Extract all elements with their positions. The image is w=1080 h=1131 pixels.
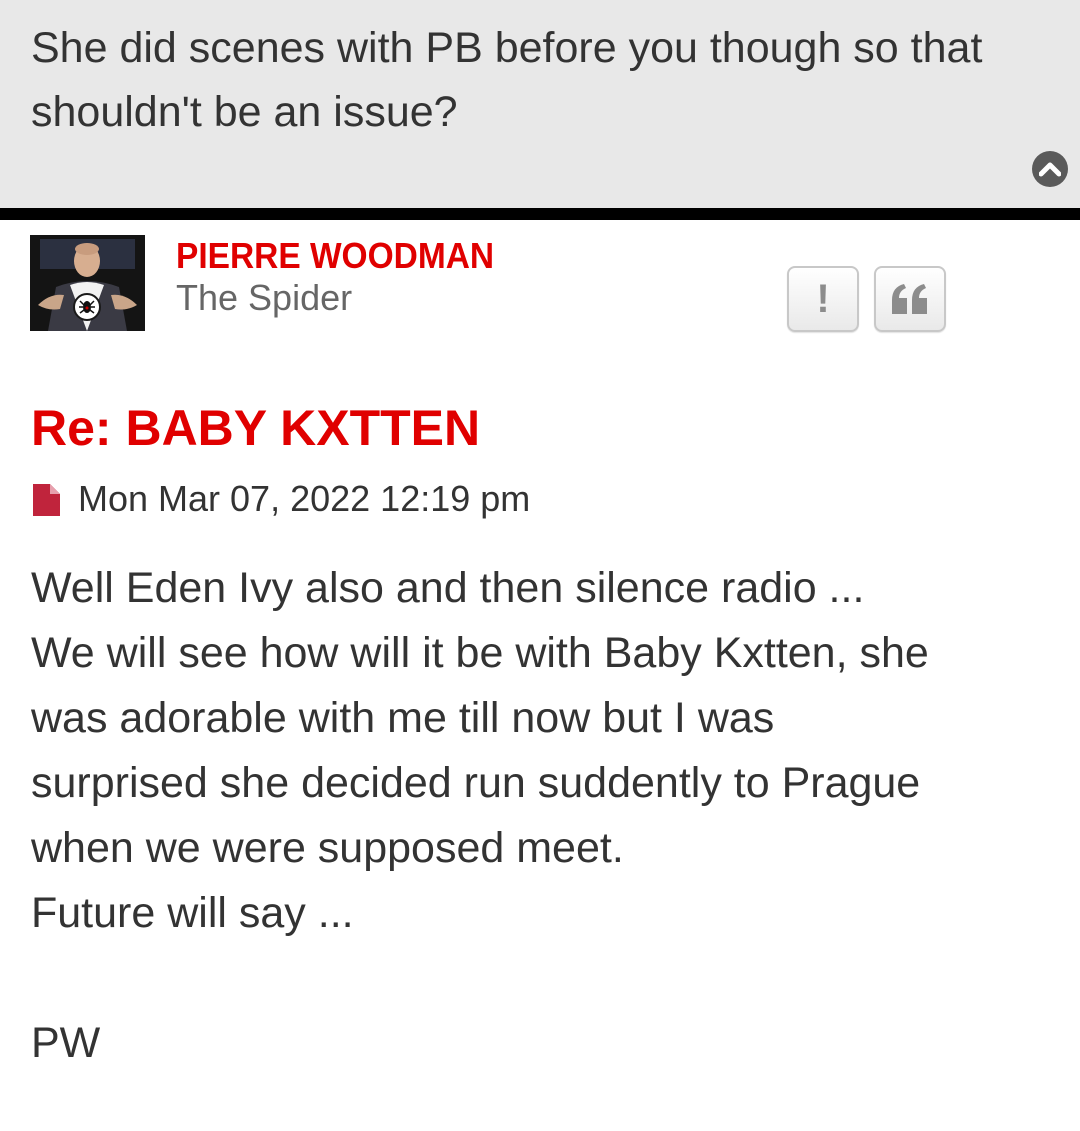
post-file-icon[interactable] (33, 484, 60, 516)
exclamation-icon: ! (816, 277, 830, 321)
chevron-up-icon (1039, 162, 1061, 177)
back-to-top-button[interactable] (1032, 151, 1068, 187)
avatar[interactable] (30, 235, 145, 331)
previous-post-snippet: She did scenes with PB before you though… (0, 0, 1080, 208)
author-rank: The Spider (176, 277, 353, 318)
quote-button[interactable] (874, 266, 946, 332)
post-body-line: when we were supposed meet. (31, 824, 624, 872)
post-body-line: was adorable with me till now but I was (31, 694, 775, 742)
post-signature: PW (31, 1019, 101, 1067)
post-body-line: Future will say ... (31, 889, 354, 937)
post-body-blank-line (31, 946, 1051, 1011)
report-button[interactable]: ! (787, 266, 859, 332)
quote-icon (892, 284, 927, 314)
avatar-image (30, 235, 145, 331)
post-body-line: Well Eden Ivy also and then silence radi… (31, 564, 865, 612)
post-body-line: We will see how will it be with Baby Kxt… (31, 629, 929, 677)
post-date: Mon Mar 07, 2022 12:19 pm (78, 478, 531, 519)
post-title[interactable]: Re: BABY KXTTEN (31, 398, 480, 458)
post-body-line: surprised she decided run suddently to P… (31, 759, 921, 807)
post-author[interactable]: PIERRE WOODMAN (176, 234, 494, 278)
previous-post-text: She did scenes with PB before you though… (31, 24, 983, 136)
post-divider (0, 208, 1080, 220)
post-body: Well Eden Ivy also and then silence radi… (31, 556, 1051, 1076)
